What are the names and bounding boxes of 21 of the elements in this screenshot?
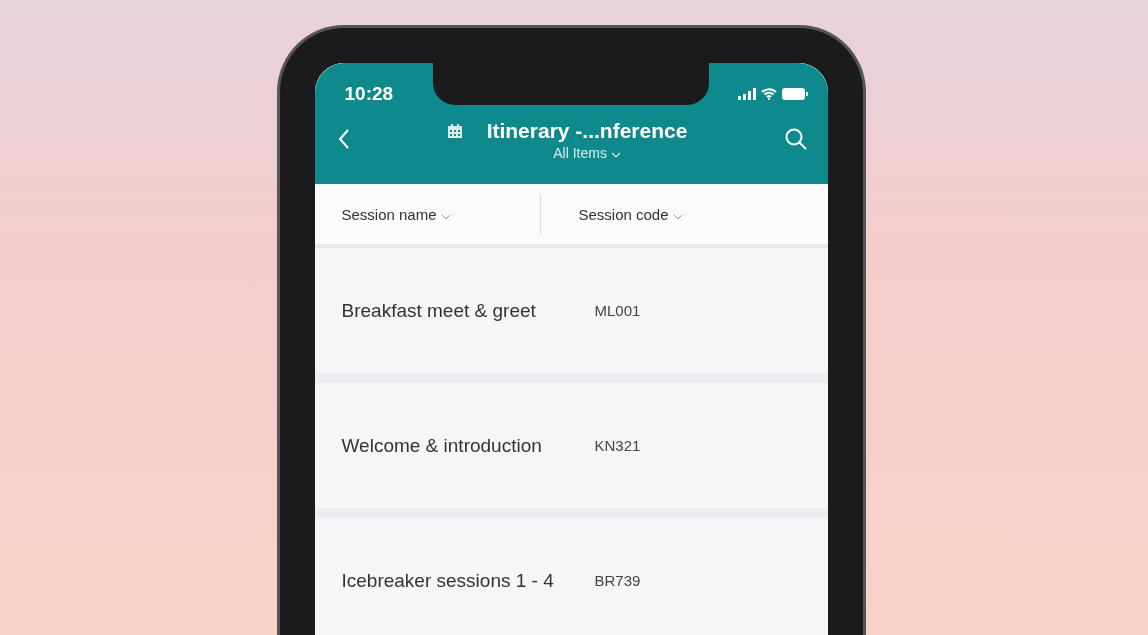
view-selector[interactable]: All Items: [553, 145, 621, 161]
status-time: 10:28: [344, 83, 394, 105]
session-name: Icebreaker sessions 1 - 4: [340, 569, 555, 592]
chevron-down-icon: [672, 213, 683, 220]
battery-icon: [781, 88, 808, 100]
list-row[interactable]: Welcome & introduction KN321: [314, 383, 828, 508]
session-name: Breakfast meet & greet: [340, 299, 537, 322]
list-row[interactable]: Breakfast meet & greet ML001: [314, 248, 828, 373]
chevron-down-icon: [610, 152, 621, 158]
session-code: ML001: [593, 302, 641, 319]
wifi-icon: [760, 88, 777, 100]
list-row[interactable]: Icebreaker sessions 1 - 4 BR739: [314, 518, 828, 635]
calendar-icon: [446, 123, 463, 139]
column-header[interactable]: Session name: [314, 194, 540, 234]
chevron-down-icon: [440, 213, 451, 220]
column-header[interactable]: Session code: [540, 194, 683, 234]
signal-icon: [737, 88, 756, 100]
list-title: Itinerary -...nference: [486, 119, 688, 143]
session-name: Welcome & introduction: [340, 434, 543, 457]
session-code: BR739: [593, 572, 641, 589]
session-code: KN321: [593, 437, 641, 454]
